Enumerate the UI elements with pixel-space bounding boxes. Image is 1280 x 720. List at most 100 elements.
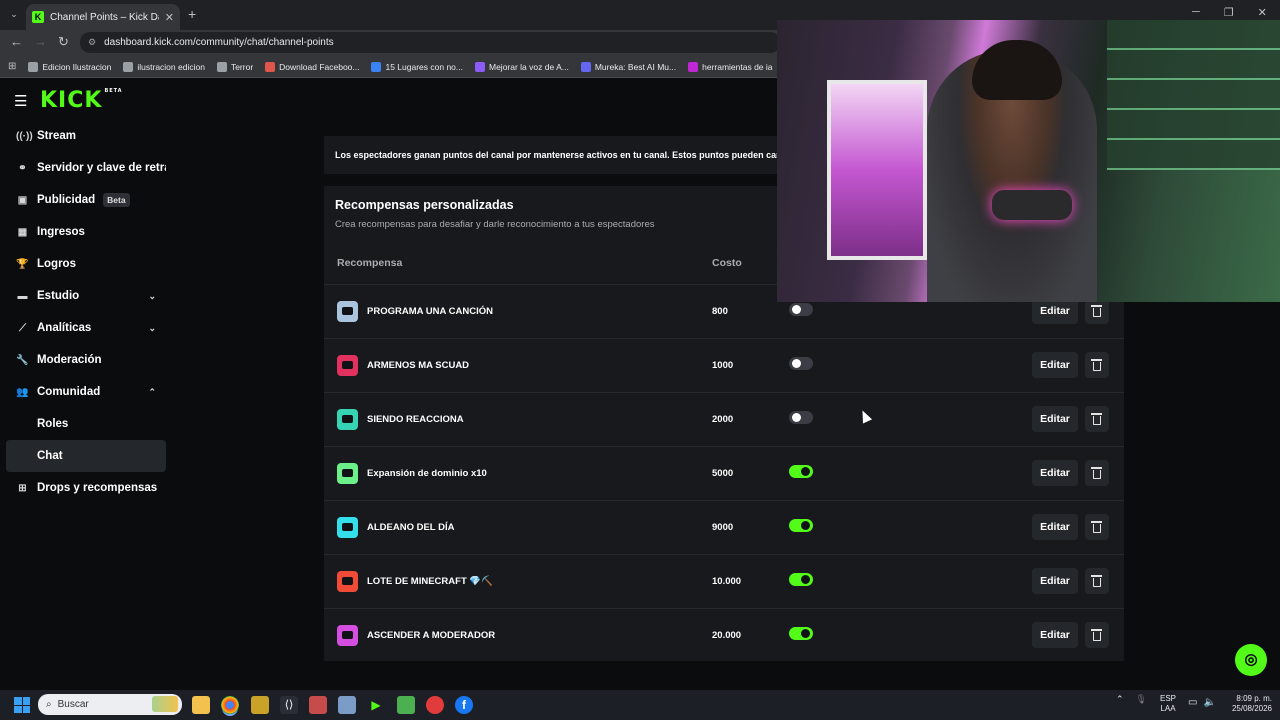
reward-enabled-toggle[interactable]: [789, 573, 813, 586]
reload-icon[interactable]: ↻: [58, 34, 69, 50]
column-header-reward[interactable]: Recompensa: [337, 257, 402, 269]
tray-chevron-icon[interactable]: ⌃: [1116, 694, 1124, 705]
capcut-icon[interactable]: ⟨⟩: [280, 696, 298, 714]
windows-start-icon[interactable]: [14, 697, 30, 713]
delete-reward-button[interactable]: [1085, 406, 1109, 432]
maximize-icon[interactable]: ❐: [1224, 6, 1234, 19]
reward-name: ALDEANO DEL DÍA: [367, 522, 455, 533]
tab-search-chevron-icon[interactable]: ⌄: [6, 6, 22, 22]
tab-close-icon[interactable]: ✕: [165, 11, 174, 24]
back-icon[interactable]: ←: [10, 34, 23, 49]
chrome-icon[interactable]: [221, 696, 239, 714]
browser-tab-active[interactable]: K Channel Points – Kick Dashboard ✕: [26, 4, 180, 30]
reward-name: ARMENOS MA SCUAD: [367, 360, 470, 371]
edit-reward-button[interactable]: Editar: [1032, 460, 1078, 486]
site-info-icon[interactable]: ⚙: [88, 37, 96, 48]
minecraft-icon[interactable]: [397, 696, 415, 714]
webcam-shelves: [1107, 20, 1280, 170]
sidebar-item-label: Chat: [37, 450, 63, 462]
reward-icon: [337, 355, 358, 376]
analytics-icon: ⟋: [19, 322, 26, 334]
trash-icon: [1091, 359, 1102, 371]
delete-reward-button[interactable]: [1085, 352, 1109, 378]
apps-grid-icon[interactable]: ⊞: [8, 61, 16, 72]
sidebar-item-roles[interactable]: Roles: [6, 408, 166, 440]
bookmark-favicon-icon: [371, 61, 382, 72]
sidebar-item-publicidad[interactable]: ▣ Publicidad Beta: [6, 184, 166, 216]
bookmark-item[interactable]: Mureka: Best AI Mu...: [580, 61, 676, 72]
facebook-icon[interactable]: f: [455, 696, 473, 714]
file-explorer-icon[interactable]: [192, 696, 210, 714]
sidebar-item-logros[interactable]: 🏆 Logros: [6, 248, 166, 280]
reward-enabled-toggle[interactable]: [789, 465, 813, 478]
sidebar-item-chat[interactable]: Chat: [6, 440, 166, 472]
bookmark-item[interactable]: Mejorar la voz de A...: [475, 61, 569, 72]
delete-reward-button[interactable]: [1085, 568, 1109, 594]
chevron-down-icon[interactable]: ⌄: [148, 323, 156, 334]
bookmark-label: Terror: [230, 61, 254, 72]
menu-hamburger-icon[interactable]: ☰: [14, 92, 27, 110]
reward-enabled-toggle[interactable]: [789, 411, 813, 424]
reward-row: SIENDO REACCIONA 2000 Editar: [324, 392, 1124, 446]
edit-reward-button[interactable]: Editar: [1032, 352, 1078, 378]
chevron-up-icon[interactable]: ⌃: [148, 387, 156, 398]
edit-reward-button[interactable]: Editar: [1032, 406, 1078, 432]
edit-reward-button[interactable]: Editar: [1032, 514, 1078, 540]
sidebar-item-comunidad[interactable]: 👥 Comunidad ⌃: [6, 376, 166, 408]
new-tab-button[interactable]: +: [188, 6, 196, 22]
sidebar-item-label: Servidor y clave de retransmisión: [37, 162, 166, 174]
close-window-icon[interactable]: ✕: [1258, 6, 1267, 19]
taskbar-clock[interactable]: 8:09 p. m. 25/08/2026: [1224, 694, 1272, 714]
reward-enabled-toggle[interactable]: [789, 627, 813, 640]
sidebar-item-estudio[interactable]: ▬ Estudio ⌄: [6, 280, 166, 312]
app-circle-red-icon[interactable]: [426, 696, 444, 714]
bookmark-item[interactable]: ilustracion edicion: [123, 61, 205, 72]
toggle-knob: [801, 629, 810, 638]
reward-enabled-toggle[interactable]: [789, 303, 813, 316]
address-bar[interactable]: ⚙ dashboard.kick.com/community/chat/chan…: [80, 32, 780, 53]
mic-icon[interactable]: 🎙: [1136, 694, 1147, 705]
app-shield-icon[interactable]: [251, 696, 269, 714]
bookmark-item[interactable]: Edicion Ilustracion: [28, 61, 111, 72]
calculator-icon[interactable]: [338, 696, 356, 714]
broadcast-icon: ((·)): [16, 130, 33, 142]
sidebar-item-label: Analíticas: [37, 322, 92, 334]
chevron-down-icon[interactable]: ⌄: [148, 291, 156, 302]
trash-icon: [1091, 629, 1102, 641]
delete-reward-button[interactable]: [1085, 460, 1109, 486]
support-chat-icon[interactable]: ◎: [1235, 644, 1267, 676]
reward-enabled-toggle[interactable]: [789, 519, 813, 532]
delete-reward-button[interactable]: [1085, 514, 1109, 540]
sidebar-item-drops[interactable]: ⊞ Drops y recompensas: [6, 472, 166, 504]
language-indicator[interactable]: ESP LAA: [1160, 694, 1176, 714]
rewards-title: Recompensas personalizadas: [335, 198, 514, 212]
sidebar-item-stream[interactable]: ((·)) Stream: [6, 120, 166, 152]
kick-studio-icon[interactable]: ▶: [367, 696, 385, 714]
bookmark-item[interactable]: 15 Lugares con no...: [371, 61, 463, 72]
forward-icon[interactable]: →: [34, 34, 47, 49]
edit-reward-button[interactable]: Editar: [1032, 568, 1078, 594]
bookmark-favicon-icon: [123, 61, 134, 72]
column-header-cost[interactable]: Costo: [712, 257, 742, 269]
sidebar-item-analiticas[interactable]: ⟋ Analíticas ⌄: [6, 312, 166, 344]
sidebar-item-moderacion[interactable]: 🔧 Moderación: [6, 344, 166, 376]
reward-icon: [337, 625, 358, 646]
kick-logo[interactable]: KICK BETA: [40, 88, 123, 113]
tray-status-icons[interactable]: ▭ 🔈: [1188, 697, 1216, 708]
reward-cost: 20.000: [712, 630, 742, 641]
edit-reward-button[interactable]: Editar: [1032, 622, 1078, 648]
app-red-icon[interactable]: [309, 696, 327, 714]
toggle-knob: [792, 305, 801, 314]
reward-name: LOTE DE MINECRAFT 💎⛏️: [367, 576, 494, 587]
sidebar-item-servidor[interactable]: ⚭ Servidor y clave de retransmisión: [6, 152, 166, 184]
sidebar-item-ingresos[interactable]: ▦ Ingresos: [6, 216, 166, 248]
minimize-icon[interactable]: ─: [1192, 6, 1200, 19]
reward-enabled-toggle[interactable]: [789, 357, 813, 370]
bookmark-item[interactable]: herramientas de ia: [688, 61, 773, 72]
url-text: dashboard.kick.com/community/chat/channe…: [104, 37, 334, 48]
reward-cost: 10.000: [712, 576, 742, 587]
bookmark-item[interactable]: Download Faceboo...: [265, 61, 359, 72]
delete-reward-button[interactable]: [1085, 622, 1109, 648]
bookmark-label: ilustracion edicion: [137, 61, 205, 72]
bookmark-item[interactable]: Terror: [216, 61, 254, 72]
